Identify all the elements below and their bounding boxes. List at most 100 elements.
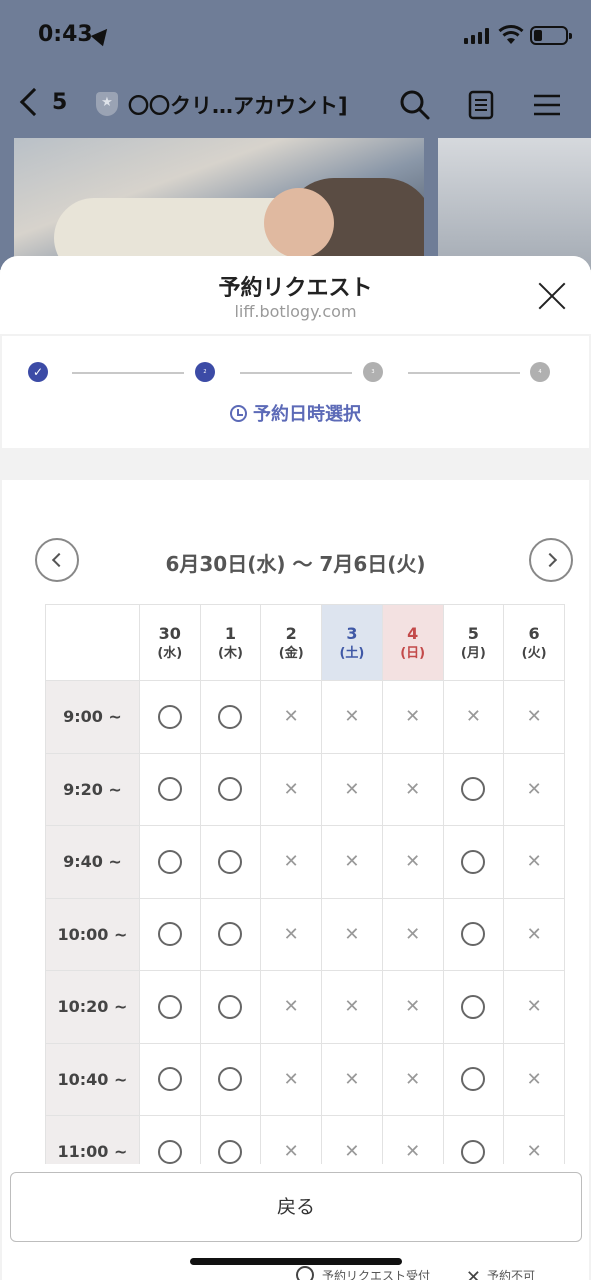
available-slot[interactable] xyxy=(138,825,201,899)
day-of-week: (木) xyxy=(218,645,243,661)
available-slot[interactable] xyxy=(138,752,201,826)
day-header: 30 (水) xyxy=(138,604,201,681)
chat-image-dental-patient[interactable] xyxy=(14,138,424,270)
menu-icon[interactable] xyxy=(530,88,564,122)
search-icon[interactable] xyxy=(398,88,432,122)
status-bar: 0:43 xyxy=(0,0,591,70)
day-date: 30 xyxy=(158,623,181,643)
day-header: 2 (金) xyxy=(260,604,323,681)
available-circle-icon xyxy=(461,1139,486,1164)
day-date: 3 xyxy=(346,623,358,643)
back-chevron-icon[interactable] xyxy=(19,87,49,117)
available-slot[interactable] xyxy=(199,680,262,754)
unavailable-cross-icon: ✕ xyxy=(526,706,542,728)
unavailable-cross-icon: ✕ xyxy=(344,996,360,1018)
sheet-header: 予約リクエスト liff.botlogy.com xyxy=(0,256,591,334)
available-circle-icon xyxy=(218,922,243,947)
unavailable-slot: ✕ xyxy=(321,1042,383,1116)
unavailable-cross-icon: ✕ xyxy=(526,1141,542,1163)
unavailable-cross-icon: ✕ xyxy=(526,851,542,873)
step-connector xyxy=(408,372,520,374)
step-connector xyxy=(240,372,352,374)
close-button[interactable] xyxy=(536,280,568,312)
unavailable-cross-icon: ✕ xyxy=(405,923,421,945)
unavailable-cross-icon: ✕ xyxy=(526,1068,542,1090)
available-slot[interactable] xyxy=(138,680,201,754)
home-indicator xyxy=(190,1258,402,1265)
available-circle-icon xyxy=(218,994,243,1019)
available-slot[interactable] xyxy=(442,752,505,826)
available-slot[interactable] xyxy=(199,1042,262,1116)
unavailable-cross-icon: ✕ xyxy=(465,1267,481,1280)
legend-unavailable: 予約不可 xyxy=(486,1269,535,1280)
available-circle-icon xyxy=(157,777,182,802)
available-circle-icon xyxy=(218,704,243,729)
unavailable-slot: ✕ xyxy=(381,897,444,971)
unavailable-cross-icon: ✕ xyxy=(344,1141,360,1163)
day-of-week: (日) xyxy=(400,645,426,661)
unavailable-cross-icon: ✕ xyxy=(405,778,421,800)
unavailable-cross-icon: ✕ xyxy=(405,1068,421,1090)
unavailable-cross-icon: ✕ xyxy=(283,1141,299,1163)
unavailable-slot: ✕ xyxy=(260,752,323,826)
time-slot-row: 10:00 ~ ✕ ✕ ✕ ✕ xyxy=(45,897,565,971)
notes-icon[interactable] xyxy=(464,88,498,122)
day-of-week: (金) xyxy=(278,645,304,661)
available-circle-icon xyxy=(461,777,486,802)
legend-available: 予約リクエスト受付 xyxy=(322,1269,431,1280)
available-slot[interactable] xyxy=(199,970,262,1044)
available-circle-icon xyxy=(296,1266,314,1280)
available-circle-icon xyxy=(461,849,486,874)
step-2-current: 2 xyxy=(195,362,215,382)
unavailable-cross-icon: ✕ xyxy=(344,851,360,873)
chat-background: 0:43 5 ★ 〇〇クリ…アカウント] xyxy=(0,0,591,270)
available-slot[interactable] xyxy=(442,1042,505,1116)
unavailable-slot: ✕ xyxy=(503,680,565,754)
unavailable-slot: ✕ xyxy=(503,1042,565,1116)
available-slot[interactable] xyxy=(138,1115,201,1164)
available-slot[interactable] xyxy=(442,970,505,1044)
available-slot[interactable] xyxy=(138,1042,201,1116)
time-slot-row: 9:40 ~ ✕ ✕ ✕ ✕ xyxy=(45,825,565,899)
grid-corner xyxy=(45,604,140,681)
available-slot[interactable] xyxy=(199,897,262,971)
unavailable-cross-icon: ✕ xyxy=(283,778,299,800)
back-button[interactable]: 戻る xyxy=(10,1172,582,1242)
official-account-badge-icon: ★ xyxy=(96,92,118,116)
available-circle-icon xyxy=(157,922,182,947)
availability-grid: 30 (水) 1 (木) 2 (金) 3 (土) 4 (日) 5 (月) 6 (火) 9:00 ~ ✕ ✕ ✕ ✕… xyxy=(45,604,565,1164)
available-circle-icon xyxy=(218,1139,243,1164)
unread-count[interactable]: 5 xyxy=(52,90,67,115)
unavailable-slot: ✕ xyxy=(321,1115,383,1164)
unavailable-slot: ✕ xyxy=(381,680,444,754)
time-label: 9:40 ~ xyxy=(45,825,140,899)
current-step-label: 予約日時選択 xyxy=(2,400,589,426)
available-slot[interactable] xyxy=(138,897,201,971)
available-slot[interactable] xyxy=(442,1115,505,1164)
unavailable-slot: ✕ xyxy=(260,1042,323,1116)
unavailable-slot: ✕ xyxy=(503,1115,565,1164)
time-slot-row: 10:40 ~ ✕ ✕ ✕ ✕ xyxy=(45,1042,565,1116)
unavailable-slot: ✕ xyxy=(321,970,383,1044)
day-date: 5 xyxy=(467,623,479,643)
available-circle-icon xyxy=(157,849,182,874)
available-slot[interactable] xyxy=(199,1115,262,1164)
next-week-button[interactable] xyxy=(529,538,573,582)
available-slot[interactable] xyxy=(442,825,505,899)
day-header: 6 (火) xyxy=(503,604,565,681)
unavailable-cross-icon: ✕ xyxy=(344,778,360,800)
time-slot-row: 9:00 ~ ✕ ✕ ✕ ✕ ✕ xyxy=(45,680,565,754)
available-slot[interactable] xyxy=(199,825,262,899)
available-circle-icon xyxy=(461,922,486,947)
available-slot[interactable] xyxy=(442,897,505,971)
wifi-icon xyxy=(498,25,524,44)
chat-image-dental-chair[interactable] xyxy=(438,138,591,270)
available-circle-icon xyxy=(218,849,243,874)
available-slot[interactable] xyxy=(199,752,262,826)
unavailable-slot: ✕ xyxy=(321,752,383,826)
time-label: 9:00 ~ xyxy=(45,680,140,754)
step-4: 4 xyxy=(530,362,550,382)
battery-icon xyxy=(530,26,572,45)
location-arrow-icon xyxy=(90,23,114,47)
available-slot[interactable] xyxy=(138,970,201,1044)
